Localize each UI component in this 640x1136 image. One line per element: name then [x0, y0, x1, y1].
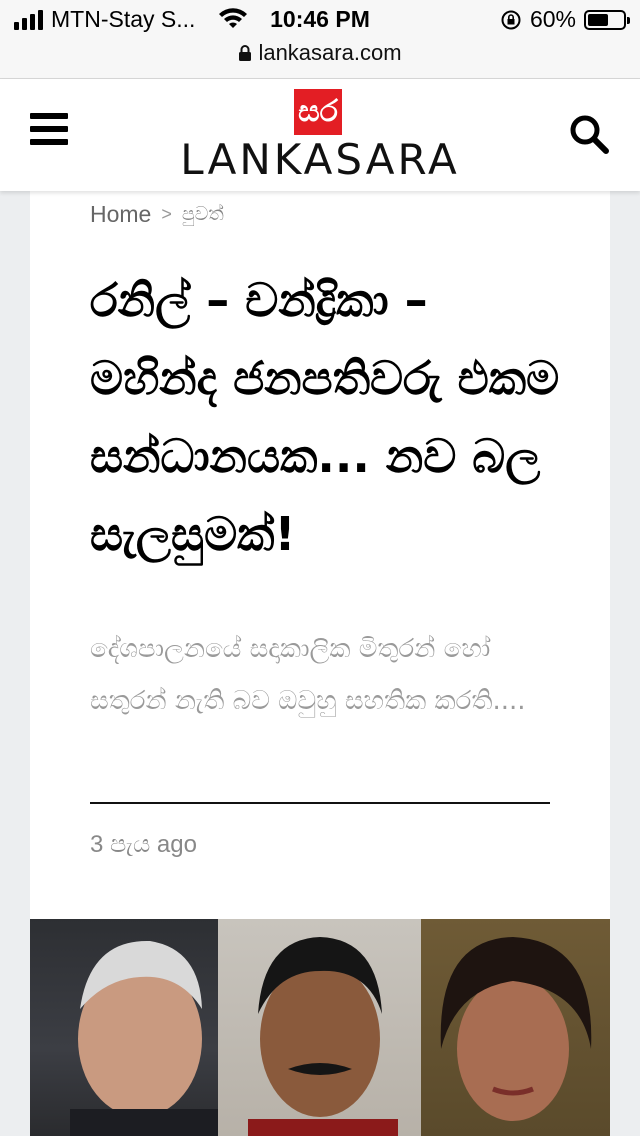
- article-excerpt: දේශපාලනයේ සදාකාලික මිතුරන් හෝ සතුරන් නැත…: [90, 634, 526, 716]
- portrait-right: [421, 919, 610, 1136]
- site-logo[interactable]: LANKASARA: [0, 135, 640, 184]
- breadcrumb-home[interactable]: Home: [90, 201, 151, 228]
- divider: [90, 802, 550, 804]
- battery-icon: [584, 9, 630, 30]
- logo-mark[interactable]: සර: [294, 89, 342, 135]
- url-text: lankasara.com: [258, 40, 402, 65]
- breadcrumb-current[interactable]: පුවත්: [182, 204, 224, 226]
- site-header: සර LANKASARA: [0, 79, 640, 191]
- search-icon[interactable]: [568, 113, 610, 155]
- status-bar: MTN-Stay S... 10:46 PM 60% lankasara.com: [0, 0, 640, 79]
- breadcrumb-separator: >: [161, 204, 172, 224]
- battery-fill: [588, 13, 608, 26]
- address-bar[interactable]: lankasara.com: [0, 40, 640, 66]
- battery-percent: 60%: [529, 6, 576, 32]
- article-hero-image: [30, 919, 610, 1136]
- breadcrumb: Home > පුවත්: [90, 201, 224, 228]
- lock-icon: [239, 45, 252, 61]
- rotation-lock-icon: [501, 10, 521, 29]
- portrait-left: [30, 919, 218, 1136]
- article-title: රනිල් – චන්ද්‍රිකා – මහින්ද ජනපතිවරු එකම…: [90, 273, 560, 561]
- status-right: 60%: [500, 6, 630, 33]
- portrait-center: [218, 919, 421, 1136]
- article-timestamp: 3 පැය ago: [90, 831, 197, 858]
